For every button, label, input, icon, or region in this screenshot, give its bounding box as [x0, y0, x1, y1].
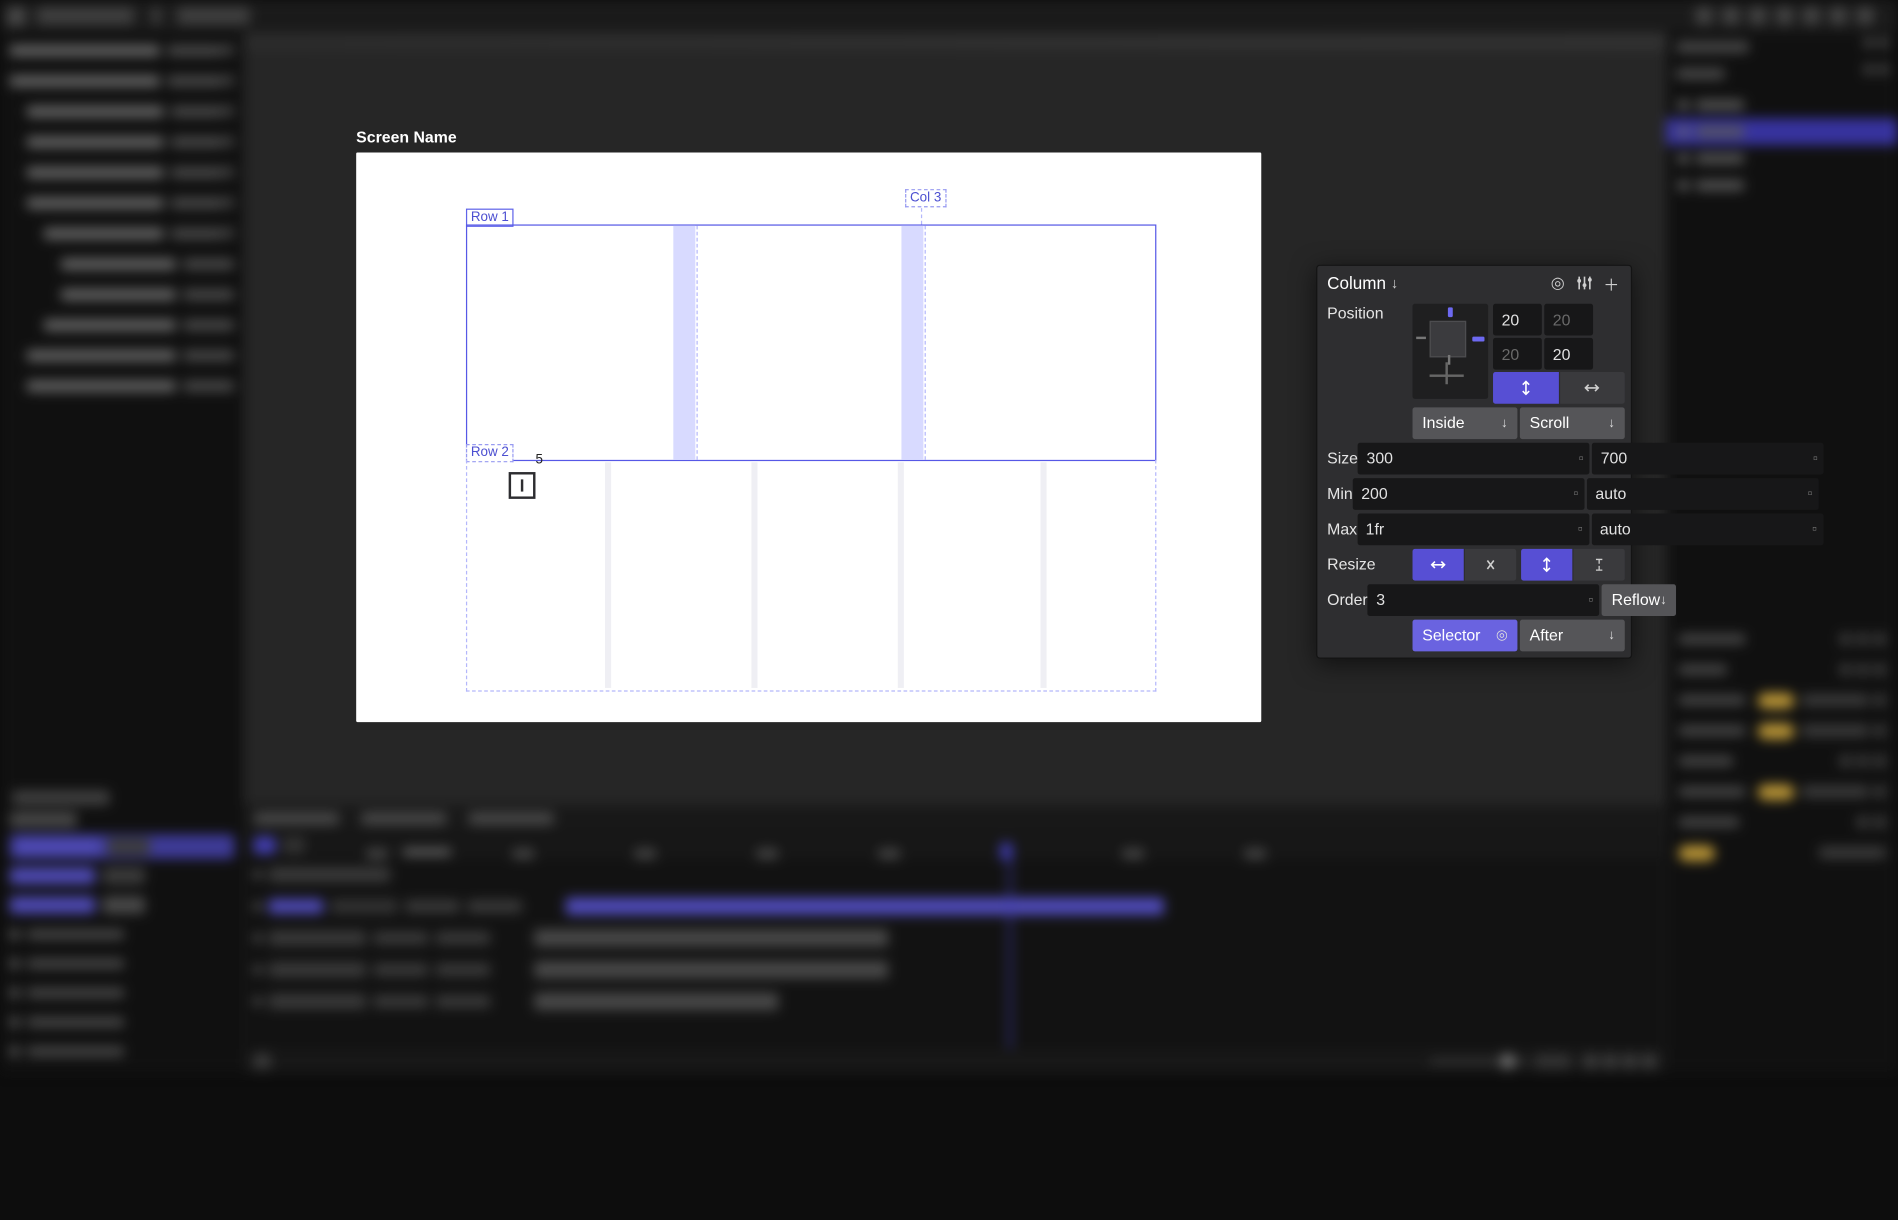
- reflow-dropdown[interactable]: Reflow↓: [1602, 584, 1677, 616]
- overflow-inside-dropdown[interactable]: Inside ↓: [1413, 407, 1518, 439]
- anchor-right-icon[interactable]: [1472, 337, 1484, 342]
- artboard-title[interactable]: Screen Name: [356, 128, 1261, 146]
- min-width-input[interactable]: [1353, 478, 1585, 510]
- resize-h-stretch-toggle[interactable]: [1413, 548, 1464, 580]
- inspector-title-arrow-icon[interactable]: ↓: [1391, 274, 1398, 291]
- label-order: Order: [1323, 590, 1367, 608]
- size-height-input[interactable]: [1592, 442, 1824, 474]
- selector-label: Selector: [1422, 626, 1480, 644]
- label-position: Position: [1323, 304, 1412, 322]
- cursor-icon: [509, 472, 536, 499]
- inspector-header: Column ↓ ◎ ＋: [1317, 266, 1630, 300]
- resize-v-fixed-toggle[interactable]: [1574, 548, 1625, 580]
- add-icon[interactable]: ＋: [1602, 273, 1622, 293]
- position-anchor-widget[interactable]: [1413, 304, 1489, 399]
- label-max: Max: [1323, 520, 1357, 538]
- target-icon[interactable]: ◎: [1548, 273, 1568, 293]
- reflow-label: Reflow: [1612, 590, 1660, 608]
- grid-row-1[interactable]: [466, 224, 1156, 461]
- after-label: After: [1530, 626, 1564, 644]
- cursor-index-badge: 5: [535, 453, 542, 468]
- grid-row-2[interactable]: [466, 460, 1156, 692]
- after-dropdown[interactable]: After ↓: [1520, 619, 1625, 651]
- label-size: Size: [1323, 449, 1358, 467]
- axis-horizontal-toggle[interactable]: [1560, 372, 1625, 404]
- position-left-input[interactable]: [1544, 338, 1593, 370]
- canvas-area: Screen Name Col 3 Row 1 Ro: [356, 128, 1261, 740]
- position-right-input[interactable]: [1544, 304, 1593, 336]
- anchor-left-icon[interactable]: [1416, 337, 1426, 339]
- position-top-input[interactable]: [1493, 304, 1542, 336]
- insertion-cursor[interactable]: 5: [509, 472, 536, 499]
- anchor-top-icon[interactable]: [1448, 307, 1453, 317]
- selector-button[interactable]: Selector ◎: [1413, 619, 1518, 651]
- overflow-inside-label: Inside: [1422, 414, 1464, 432]
- overflow-scroll-label: Scroll: [1530, 414, 1570, 432]
- resize-v-stretch-toggle[interactable]: [1521, 548, 1572, 580]
- max-width-input[interactable]: [1357, 513, 1589, 545]
- settings-sliders-icon[interactable]: [1575, 273, 1595, 293]
- artboard[interactable]: Col 3 Row 1 Row 2: [356, 152, 1261, 722]
- chevron-down-icon: ↓: [1608, 415, 1615, 430]
- label-resize: Resize: [1323, 555, 1412, 573]
- min-height-input[interactable]: [1587, 478, 1819, 510]
- chevron-down-icon: ↓: [1608, 628, 1615, 643]
- position-bottom-input[interactable]: [1493, 338, 1542, 370]
- resize-h-hug-toggle[interactable]: [1465, 548, 1516, 580]
- order-input[interactable]: [1368, 584, 1600, 616]
- chevron-down-icon: ↓: [1660, 592, 1667, 607]
- chevron-down-icon: ↓: [1501, 415, 1508, 430]
- label-min: Min: [1323, 484, 1352, 502]
- overflow-scroll-dropdown[interactable]: Scroll ↓: [1520, 407, 1625, 439]
- inspector-panel: Column ↓ ◎ ＋ Position: [1316, 265, 1632, 659]
- inspector-title: Column: [1327, 273, 1386, 293]
- size-width-input[interactable]: [1358, 442, 1590, 474]
- axis-vertical-toggle[interactable]: [1493, 372, 1558, 404]
- target-icon: ◎: [1496, 627, 1508, 643]
- max-height-input[interactable]: [1591, 513, 1823, 545]
- column-label-col3[interactable]: Col 3: [905, 189, 946, 207]
- anchor-bottom-icon[interactable]: [1448, 355, 1450, 365]
